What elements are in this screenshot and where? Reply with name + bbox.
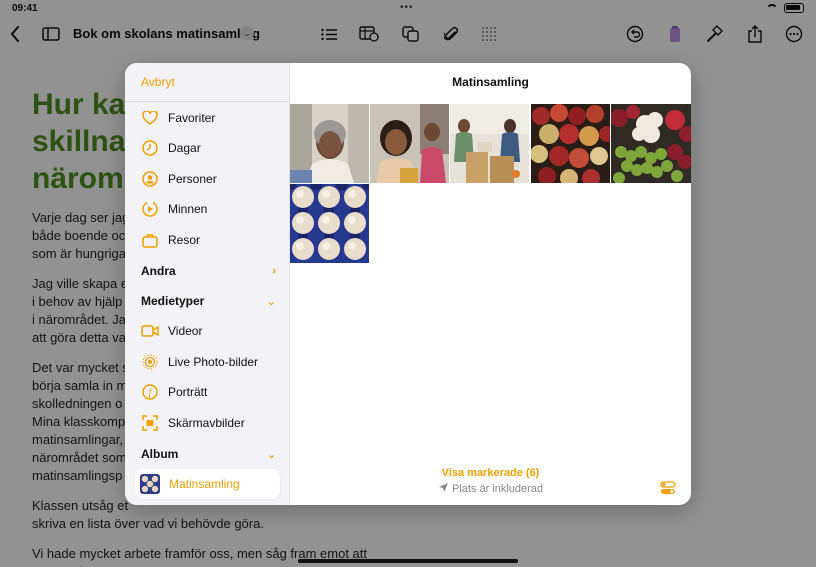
- sidebar-item-label: Videor: [168, 324, 203, 338]
- screenshot-icon: [141, 414, 159, 432]
- photo-apples[interactable]: [531, 104, 610, 183]
- sidebar-item-label: Skärmavbilder: [168, 416, 245, 430]
- sidebar-item-label: Matinsamling: [169, 477, 240, 491]
- photo-vegetables[interactable]: [611, 104, 691, 183]
- sidebar-item-trips[interactable]: Resor: [135, 226, 280, 254]
- sidebar-item-label: Dagar: [168, 141, 201, 155]
- section-mediatyper[interactable]: Medietyper ⌄: [141, 291, 276, 311]
- sidebar-item-videos[interactable]: Videor: [135, 317, 280, 345]
- photo-volunteers-boxes[interactable]: [450, 104, 529, 183]
- sidebar-item-label: Live Photo-bilder: [168, 355, 259, 369]
- home-indicator[interactable]: [298, 559, 518, 563]
- sidebar-item-label: Porträtt: [168, 385, 208, 399]
- clock-icon: [141, 139, 159, 157]
- cancel-button[interactable]: Avbryt: [141, 75, 175, 89]
- album-title: Matinsamling: [452, 75, 529, 89]
- live-photo-icon: [141, 353, 159, 371]
- album-thumbnail: [140, 474, 160, 494]
- chevron-down-icon: ⌄: [266, 295, 276, 308]
- sidebar-item-people[interactable]: Personer: [135, 165, 280, 193]
- picker-sidebar: Avbryt Favoriter Dagar Personer Minnen R…: [125, 63, 290, 505]
- chevron-right-icon: ›: [272, 265, 276, 277]
- picker-main: Matinsamling Visa markerade (6) Plats är…: [290, 63, 691, 505]
- section-andra[interactable]: Andra ›: [141, 261, 276, 281]
- photo-girl-smiling[interactable]: [370, 104, 449, 183]
- sidebar-item-label: Favoriter: [168, 111, 216, 125]
- section-title: Medietyper: [141, 294, 205, 308]
- photo-woman-smiling[interactable]: [290, 104, 369, 183]
- svg-text:f: f: [149, 388, 153, 399]
- location-arrow-icon: [438, 483, 448, 492]
- sidebar-item-label: Resor: [168, 233, 201, 247]
- sidebar-item-label: Minnen: [168, 202, 208, 216]
- location-option[interactable]: Plats är inkluderad: [290, 482, 691, 495]
- sidebar-item-screenshots[interactable]: Skärmavbilder: [135, 409, 280, 437]
- chevron-down-icon: ⌄: [266, 448, 276, 461]
- divider: [125, 101, 290, 102]
- memories-icon: [141, 200, 159, 218]
- sidebar-item-favorites[interactable]: Favoriter: [135, 104, 280, 132]
- suitcase-icon: [141, 231, 159, 249]
- sidebar-item-label: Personer: [168, 172, 217, 186]
- heart-icon: [141, 109, 159, 127]
- sidebar-item-days[interactable]: Dagar: [135, 134, 280, 162]
- person-icon: [141, 170, 159, 188]
- photo-picker-popover: Avbryt Favoriter Dagar Personer Minnen R…: [125, 63, 691, 505]
- sidebar-item-portrait[interactable]: f Porträtt: [135, 378, 280, 406]
- section-title: Andra: [141, 264, 176, 278]
- location-label: Plats är inkluderad: [451, 483, 544, 495]
- section-album[interactable]: Album ⌄: [141, 444, 276, 464]
- sidebar-item-memories[interactable]: Minnen: [135, 195, 280, 223]
- options-toggle-icon[interactable]: [660, 481, 676, 495]
- sidebar-item-live-photos[interactable]: Live Photo-bilder: [135, 348, 280, 376]
- section-title: Album: [141, 447, 179, 461]
- video-icon: [141, 322, 159, 340]
- sidebar-item-matinsamling[interactable]: Matinsamling: [135, 469, 280, 499]
- show-selected-button[interactable]: Visa markerade (6): [290, 467, 691, 479]
- portrait-icon: f: [141, 383, 159, 401]
- photo-eggs[interactable]: [290, 184, 369, 263]
